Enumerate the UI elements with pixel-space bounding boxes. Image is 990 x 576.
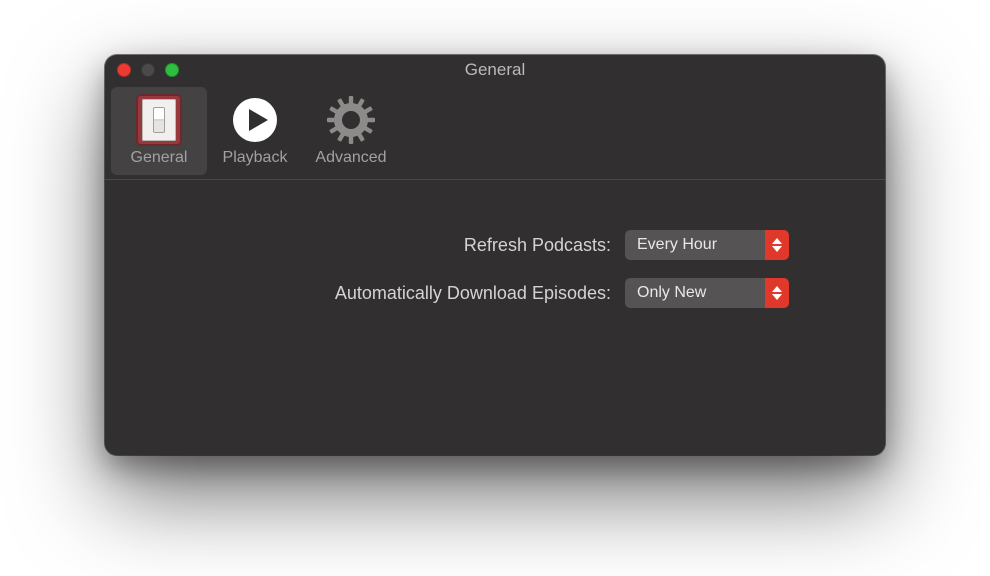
tab-playback[interactable]: Playback bbox=[207, 87, 303, 175]
tab-label: General bbox=[131, 149, 188, 167]
setting-auto-download: Automatically Download Episodes: Only Ne… bbox=[145, 278, 845, 308]
select-value: Only New bbox=[625, 278, 765, 308]
chevron-updown-icon bbox=[765, 230, 789, 260]
general-pane: Refresh Podcasts: Every Hour Automatical… bbox=[105, 180, 885, 346]
setting-refresh-podcasts: Refresh Podcasts: Every Hour bbox=[145, 230, 845, 260]
play-icon bbox=[227, 95, 283, 145]
switch-icon bbox=[131, 95, 187, 145]
window-controls bbox=[117, 63, 179, 77]
tab-general[interactable]: General bbox=[111, 87, 207, 175]
setting-label: Refresh Podcasts: bbox=[145, 235, 625, 256]
tab-label: Playback bbox=[223, 149, 288, 167]
auto-download-select[interactable]: Only New bbox=[625, 278, 789, 308]
chevron-updown-icon bbox=[765, 278, 789, 308]
window-title: General bbox=[465, 60, 525, 80]
close-window-button[interactable] bbox=[117, 63, 131, 77]
gear-icon bbox=[323, 95, 379, 145]
setting-label: Automatically Download Episodes: bbox=[145, 283, 625, 304]
refresh-podcasts-select[interactable]: Every Hour bbox=[625, 230, 789, 260]
tab-label: Advanced bbox=[315, 149, 386, 167]
zoom-window-button[interactable] bbox=[165, 63, 179, 77]
titlebar: General bbox=[105, 55, 885, 85]
preferences-toolbar: General Playback bbox=[105, 85, 885, 180]
select-value: Every Hour bbox=[625, 230, 765, 260]
minimize-window-button[interactable] bbox=[141, 63, 155, 77]
tab-advanced[interactable]: Advanced bbox=[303, 87, 399, 175]
preferences-window: General General Playback bbox=[105, 55, 885, 455]
